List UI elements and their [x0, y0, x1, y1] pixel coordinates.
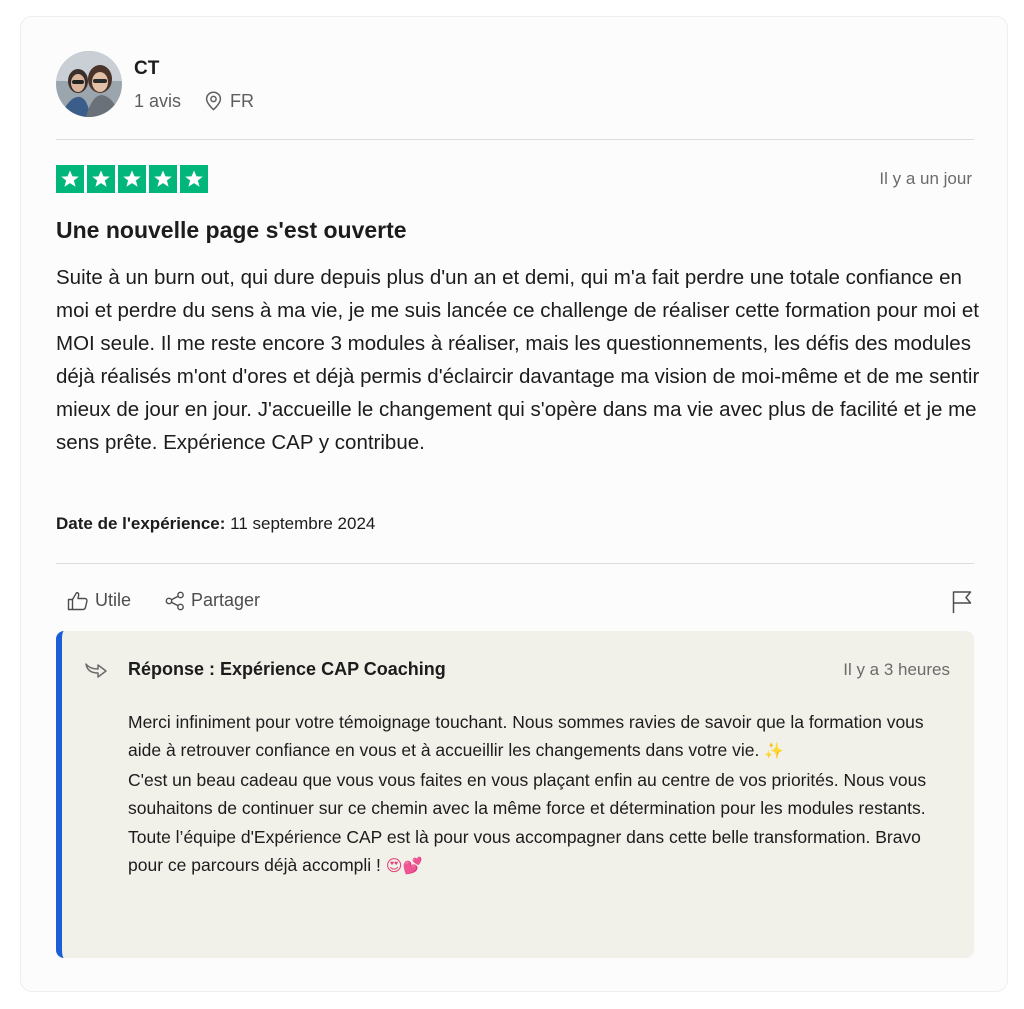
reply-paragraph: Merci infiniment pour votre témoignage t… — [128, 708, 958, 766]
experience-date: Date de l'expérience: 11 septembre 2024 — [56, 514, 375, 534]
thumbs-up-icon — [67, 591, 89, 611]
flag-icon — [951, 591, 973, 618]
reviews-count: 1 avis — [134, 90, 182, 111]
review-body: Suite à un burn out, qui dure depuis plu… — [56, 266, 980, 454]
avatar-photo — [56, 51, 122, 117]
review-card: CT 1 avis FR Il y a un jour Une nouvelle… — [20, 16, 1008, 992]
reply-body: Merci infiniment pour votre témoignage t… — [128, 708, 958, 880]
reply-paragraph-text: C'est un beau cadeau que vous vous faite… — [128, 769, 927, 876]
avatar[interactable] — [56, 51, 122, 117]
review-actions: Utile Partager — [67, 590, 260, 611]
star-icon — [118, 165, 146, 193]
reviewer-country: FR — [230, 90, 255, 111]
star-rating — [56, 165, 208, 193]
star-icon — [56, 165, 84, 193]
reply-date: Il y a 3 heures — [843, 660, 950, 679]
share-button[interactable]: Partager — [165, 590, 260, 611]
star-icon — [149, 165, 177, 193]
divider — [56, 139, 974, 140]
heart-eyes-emoji: 😍💕 — [385, 856, 423, 876]
review-date: Il y a un jour — [879, 169, 972, 188]
useful-label: Utile — [95, 590, 132, 610]
review-title[interactable]: Une nouvelle page s'est ouverte — [56, 217, 407, 244]
reviewer-details: 1 avis FR — [134, 91, 254, 112]
useful-button[interactable]: Utile — [67, 590, 131, 611]
company-reply: Réponse : Expérience CAP Coaching Il y a… — [56, 631, 974, 958]
reply-paragraph-text: Merci infiniment pour votre témoignage t… — [128, 712, 924, 761]
reviewer-header: CT 1 avis FR — [56, 51, 254, 117]
reply-title: Réponse : Expérience CAP Coaching — [128, 659, 446, 679]
divider — [56, 563, 974, 564]
star-icon — [180, 165, 208, 193]
reply-arrow-icon — [84, 661, 108, 686]
experience-date-value: 11 septembre 2024 — [230, 514, 376, 533]
report-button[interactable] — [951, 590, 973, 619]
reply-paragraph: C'est un beau cadeau que vous vous faite… — [128, 766, 958, 881]
location-pin-icon — [205, 91, 222, 111]
sparkles-emoji: ✨ — [764, 741, 785, 761]
reviewer-meta: CT 1 avis FR — [134, 57, 254, 112]
experience-date-label: Date de l'expérience: — [56, 514, 226, 533]
share-label: Partager — [191, 590, 261, 610]
reviewer-name[interactable]: CT — [134, 57, 254, 81]
star-icon — [87, 165, 115, 193]
share-icon — [165, 591, 185, 611]
